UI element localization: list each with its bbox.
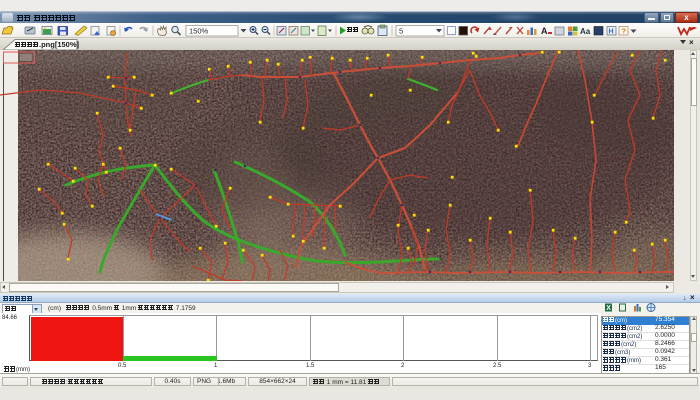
- svg-text:Aa: Aa: [580, 27, 591, 36]
- svg-text:A: A: [541, 26, 548, 36]
- svg-text:X: X: [606, 305, 611, 312]
- svg-text:150%: 150%: [189, 27, 209, 36]
- svg-text:H: H: [609, 29, 614, 36]
- svg-text:?: ?: [622, 27, 627, 36]
- svg-text:5: 5: [399, 27, 403, 36]
